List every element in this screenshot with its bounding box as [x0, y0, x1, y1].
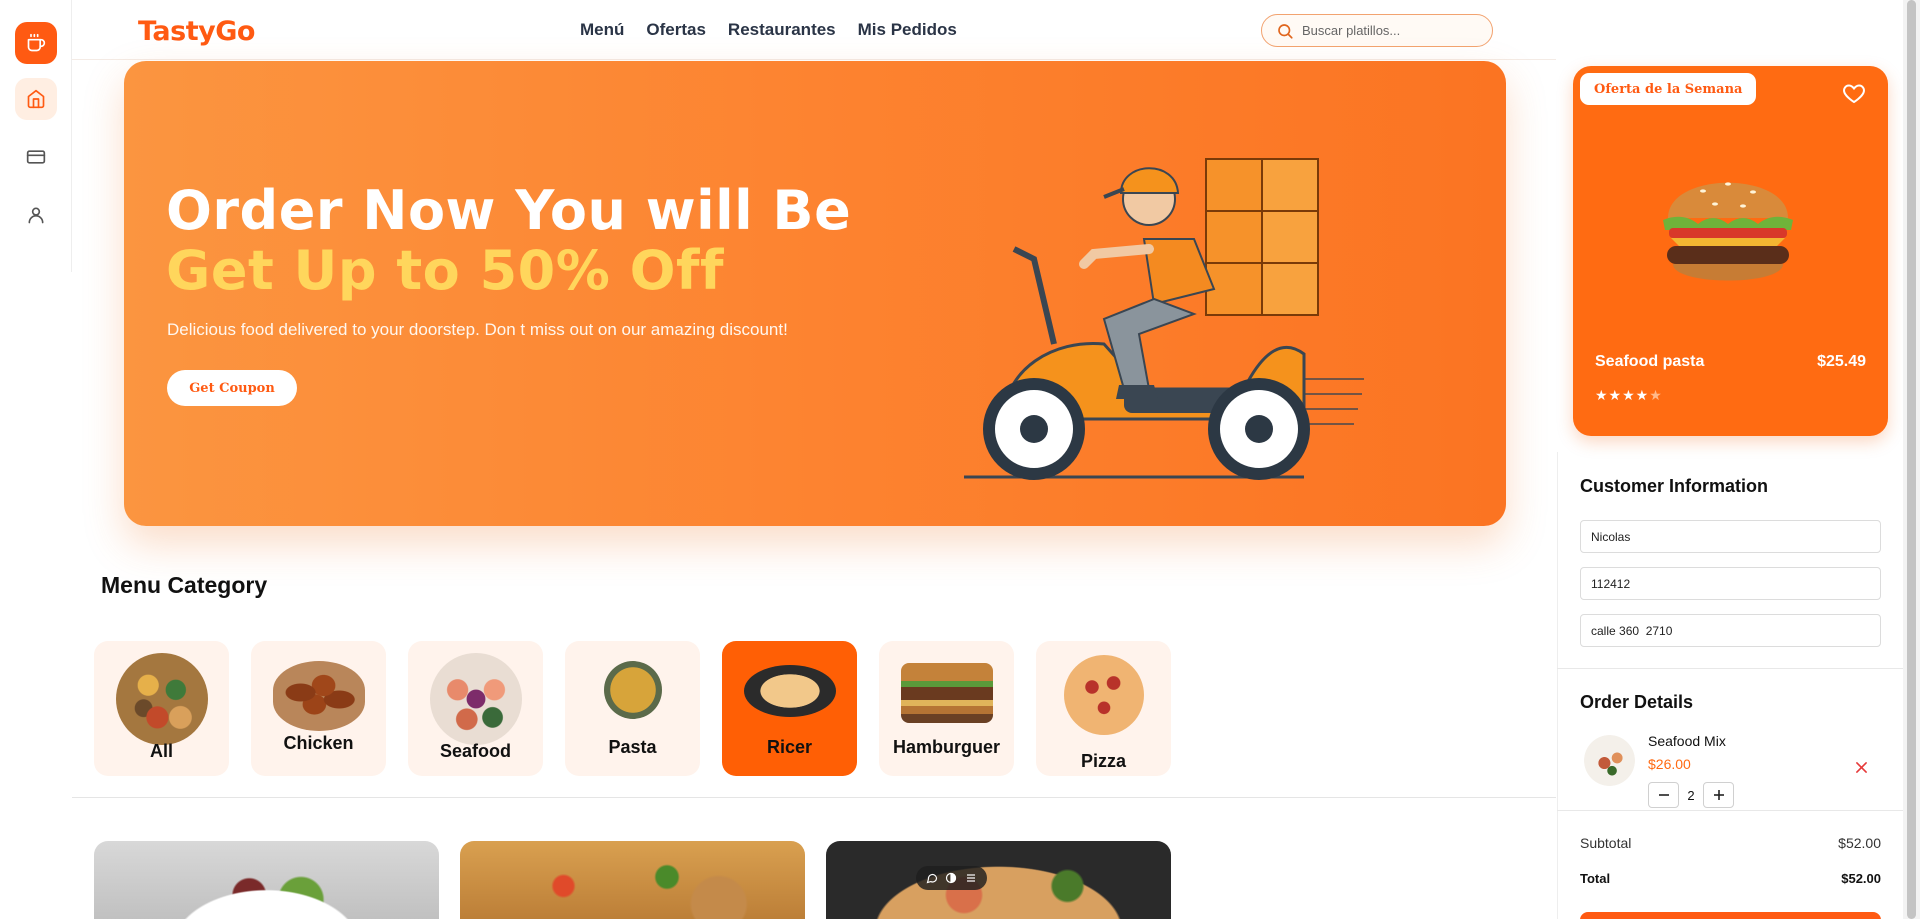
category-label: Pizza	[1080, 751, 1127, 771]
panel-separator	[1557, 668, 1903, 669]
rail-home-button[interactable]	[14, 78, 57, 120]
hero-banner: Order Now You will Be Get Up to 50% Off …	[124, 61, 1506, 526]
coffee-cup-icon	[27, 33, 45, 52]
home-icon	[27, 89, 44, 109]
favorite-button[interactable]	[1842, 81, 1866, 110]
remove-item-button[interactable]	[1856, 760, 1867, 778]
chicken-image	[272, 661, 365, 731]
seafood-image	[429, 653, 522, 745]
category-seafood[interactable]: Seafood	[408, 641, 543, 776]
main-nav: Menú Ofertas Restaurantes Mis Pedidos	[580, 20, 957, 40]
top-header: TastyGo Menú Ofertas Restaurantes Mis Pe…	[72, 0, 1556, 60]
order-item-image	[1584, 735, 1635, 786]
nav-menu[interactable]: Menú	[580, 20, 624, 40]
pizza-image	[1063, 655, 1144, 735]
checkout-button[interactable]	[1580, 912, 1881, 919]
offer-card[interactable]: Oferta de la Semana Seafood pasta $25.49…	[1573, 66, 1888, 436]
order-item-name: Seafood Mix	[1648, 733, 1726, 749]
subtotal-label: Subtotal	[1580, 835, 1632, 851]
decrease-quantity-button[interactable]	[1648, 782, 1679, 808]
total-row: Total $52.00	[1580, 871, 1881, 886]
search-icon	[1278, 23, 1293, 39]
order-item-price: $26.00	[1648, 756, 1691, 772]
customer-phone-field[interactable]	[1580, 567, 1881, 600]
list-icon[interactable]	[965, 872, 977, 884]
floating-toolbar	[916, 866, 987, 890]
category-all[interactable]: All	[94, 641, 229, 776]
comment-icon[interactable]	[926, 872, 938, 884]
app: TastyGo Menú Ofertas Restaurantes Mis Pe…	[0, 0, 1920, 919]
category-hamburguer[interactable]: Hamburguer	[879, 641, 1014, 776]
food-card-image[interactable]	[826, 841, 1171, 919]
nav-mis-pedidos[interactable]: Mis Pedidos	[858, 20, 957, 40]
delivery-rider-illustration	[964, 158, 1364, 480]
offer-price: $25.49	[1817, 353, 1866, 370]
brand-name[interactable]: TastyGo	[138, 16, 255, 47]
rail-profile-button[interactable]	[15, 194, 57, 236]
subtotal-value: $52.00	[1838, 835, 1881, 851]
search-input[interactable]	[1302, 23, 1482, 38]
category-pizza[interactable]: Pizza	[1036, 641, 1171, 776]
category-label: Seafood	[439, 741, 511, 761]
minus-icon	[1658, 794, 1669, 796]
increase-quantity-button[interactable]	[1703, 782, 1734, 808]
heart-icon	[1843, 84, 1865, 104]
left-rail	[0, 0, 72, 272]
category-label: Pasta	[608, 737, 657, 757]
category-label: Chicken	[283, 733, 354, 753]
category-list: All Chicken Seafood Pasta Ricer Hamburgu…	[94, 641, 1171, 776]
card-icon	[26, 150, 45, 164]
toggle-icon[interactable]	[945, 872, 957, 884]
quantity-value: 2	[1687, 787, 1695, 803]
category-pasta[interactable]: Pasta	[565, 641, 700, 776]
pasta-image	[603, 661, 662, 719]
get-coupon-button[interactable]: Get Coupon	[167, 370, 297, 406]
rice-image	[743, 665, 836, 717]
quantity-stepper: 2	[1648, 782, 1734, 808]
offer-name: Seafood pasta	[1595, 353, 1705, 370]
hero-subtitle: Delicious food delivered to your doorste…	[167, 320, 788, 339]
category-chicken[interactable]: Chicken	[251, 641, 386, 776]
offer-badge: Oferta de la Semana	[1580, 73, 1757, 105]
food-card-image[interactable]	[460, 841, 805, 919]
close-icon	[1856, 762, 1867, 773]
category-label: All	[149, 741, 173, 761]
page-scrollbar[interactable]	[1903, 0, 1920, 919]
category-ricer[interactable]: Ricer	[722, 641, 857, 776]
burger-image	[1663, 182, 1793, 281]
scrollbar-thumb[interactable]	[1907, 0, 1916, 919]
panel-divider	[1557, 452, 1558, 919]
total-value: $52.00	[1841, 871, 1881, 886]
all-food-image	[115, 653, 208, 745]
plus-icon	[1713, 790, 1724, 800]
subtotal-row: Subtotal $52.00	[1580, 835, 1881, 851]
nav-ofertas[interactable]: Ofertas	[646, 20, 706, 40]
hamburguer-image	[900, 663, 993, 723]
search-box	[1261, 14, 1493, 47]
app-logo[interactable]	[14, 22, 57, 64]
total-label: Total	[1580, 871, 1611, 886]
user-icon	[28, 207, 44, 224]
nav-restaurantes[interactable]: Restaurantes	[728, 20, 836, 40]
food-card-image[interactable]	[94, 841, 439, 919]
customer-name-field[interactable]	[1580, 520, 1881, 553]
order-details-title: Order Details	[1580, 692, 1694, 712]
section-divider	[72, 797, 1556, 798]
rail-cards-button[interactable]	[15, 136, 57, 178]
offer-rating: ★★★★★	[1595, 387, 1663, 403]
customer-address-field[interactable]	[1580, 614, 1881, 647]
hero-discount: Get Up to 50% Off	[166, 239, 725, 302]
menu-category-title: Menu Category	[101, 572, 268, 598]
customer-info-title: Customer Information	[1580, 476, 1769, 496]
panel-separator	[1557, 810, 1903, 811]
category-label: Hamburguer	[892, 737, 1000, 757]
hero-headline: Order Now You will Be	[166, 179, 852, 242]
category-label: Ricer	[766, 737, 813, 757]
